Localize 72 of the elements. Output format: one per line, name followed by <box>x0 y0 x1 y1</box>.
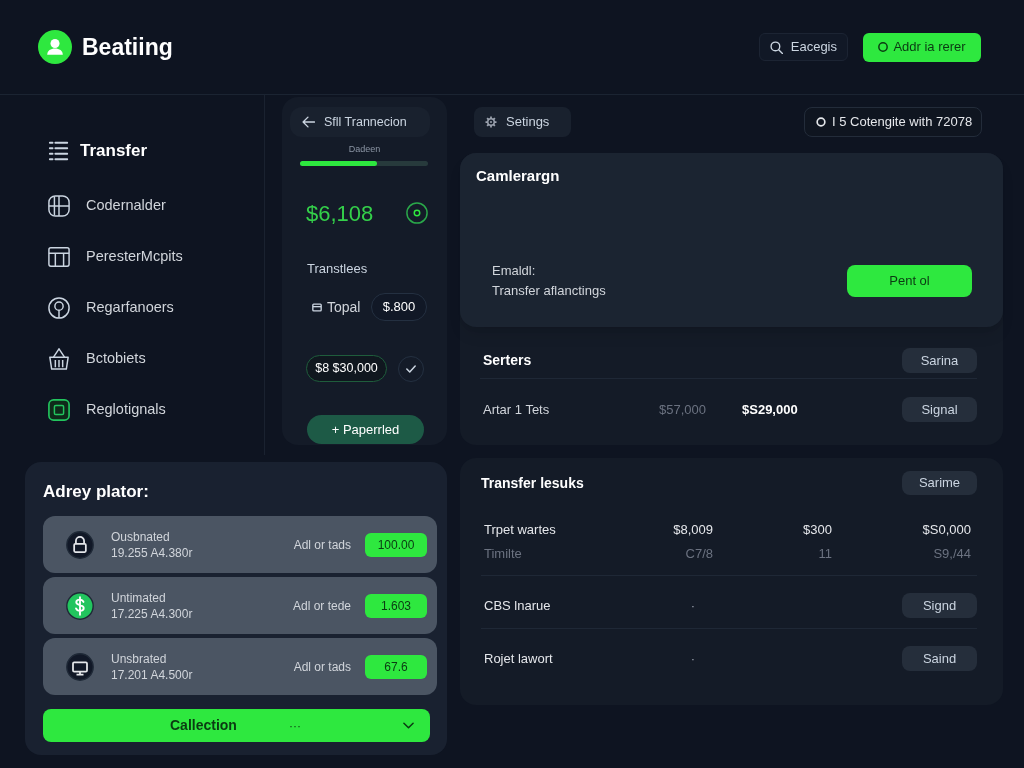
table-cell-text: C7/8 <box>685 545 713 564</box>
card-icon <box>312 302 322 312</box>
row-name: Timilte <box>484 545 522 564</box>
row-label: Adl or tads <box>293 658 351 676</box>
sidebar-item[interactable]: Regarfanoers <box>48 282 264 333</box>
settings-icon <box>485 116 497 128</box>
chevron-down-icon <box>403 722 414 729</box>
row-label: Adl or tede <box>292 597 351 615</box>
action-button[interactable]: Sarina <box>902 348 977 373</box>
table-cell-text: · <box>690 649 695 668</box>
add-button[interactable]: + Paperrled <box>307 415 424 444</box>
table-cell-text: 11 <box>818 545 832 564</box>
ring-icon <box>406 202 428 224</box>
row-value: $S29,000 <box>742 400 798 419</box>
sidebar-item[interactable]: Codernalder <box>48 180 264 231</box>
section-title: Serters <box>483 351 532 370</box>
table-cell-text: $S0,000 <box>922 521 971 540</box>
row-subtitle: 17.201 A4.500r <box>111 666 193 683</box>
row-title: Unsbrated <box>111 650 167 667</box>
row-title: Ousbnated <box>111 528 170 545</box>
card-text: Transfer aflanctings <box>492 282 606 300</box>
sidebar-item[interactable]: Reglotignals <box>48 384 264 435</box>
sidebar-item[interactable]: Bctobiets <box>48 333 264 384</box>
row-title: Untimated <box>111 589 166 606</box>
ring-icon <box>816 117 826 127</box>
amount-badge: 100.00 <box>365 532 427 557</box>
circle-icon <box>878 42 889 52</box>
action-button[interactable]: Sarime <box>902 471 977 495</box>
amount-chip: $8 $30,000 <box>306 355 387 382</box>
app-title: Beatiing <box>82 32 173 62</box>
card-title: Camlerargn <box>476 167 560 185</box>
table-cell-text: $300 <box>803 521 832 540</box>
sidebar-item[interactable]: Transfer <box>48 125 264 176</box>
amount-value: $6,108 <box>306 199 374 228</box>
amount-badge: 67.6 <box>365 654 427 679</box>
row-name: Trpet wartes <box>484 521 556 540</box>
section-label: Transtlees <box>307 259 368 278</box>
progress-label: Dadeen <box>348 143 381 156</box>
check-icon <box>406 364 416 373</box>
row-name: Rojet lawort <box>484 649 553 668</box>
account-row[interactable]: Ousbnated 19.255 A4.380r Adl or tads 100.00 <box>43 516 437 573</box>
table-cell-text: $8,009 <box>673 521 713 540</box>
primary-button[interactable]: Addr ia rerer <box>863 32 981 62</box>
row-name: CBS lnarue <box>484 596 551 615</box>
total-value: $.800 <box>371 293 427 321</box>
row-name: Artar 1 Tets <box>483 400 550 419</box>
row-subtitle: 19.255 A4.380r <box>111 544 193 561</box>
section-title: Transfer lesuks <box>481 473 584 493</box>
back-button[interactable]: Sfll Trannecion <box>290 107 430 137</box>
action-button[interactable]: Signd <box>902 593 977 618</box>
row-label: Adl or tads <box>293 536 351 554</box>
settings-button[interactable]: Setings <box>474 107 571 137</box>
user-icon <box>38 30 72 64</box>
card-text: Emaldl: <box>492 262 536 280</box>
action-button[interactable]: Signal <box>902 397 977 422</box>
account-row[interactable]: Unsbrated 17.201 A4.500r Adl or tads 67.6 <box>43 638 437 695</box>
total-label: Topal <box>327 297 361 317</box>
sidebar-item[interactable]: PeresterMcpits <box>48 231 264 282</box>
action-button[interactable]: Saind <box>902 646 977 671</box>
table-cell-text: S9,/44 <box>933 545 971 564</box>
panel-title: Adrey plator: <box>43 481 149 503</box>
account-row[interactable]: Untimated 17.225 A4.300r Adl or tede 1.603 <box>43 577 437 634</box>
row-subtitle: 17.225 A4.300r <box>111 605 193 622</box>
search-icon <box>769 40 783 54</box>
collection-button[interactable]: Callection ··· <box>43 709 430 742</box>
submit-button[interactable]: Pent ol <box>847 265 972 297</box>
table-cell-text: · <box>690 596 695 615</box>
search-button[interactable]: Eacegis <box>758 33 848 61</box>
arrow-left-icon <box>302 116 315 128</box>
row-value: $57,000 <box>659 400 706 419</box>
status-chip[interactable]: I 5 Cotengite with 72078 <box>804 107 982 137</box>
amount-badge: 1.603 <box>365 593 427 618</box>
